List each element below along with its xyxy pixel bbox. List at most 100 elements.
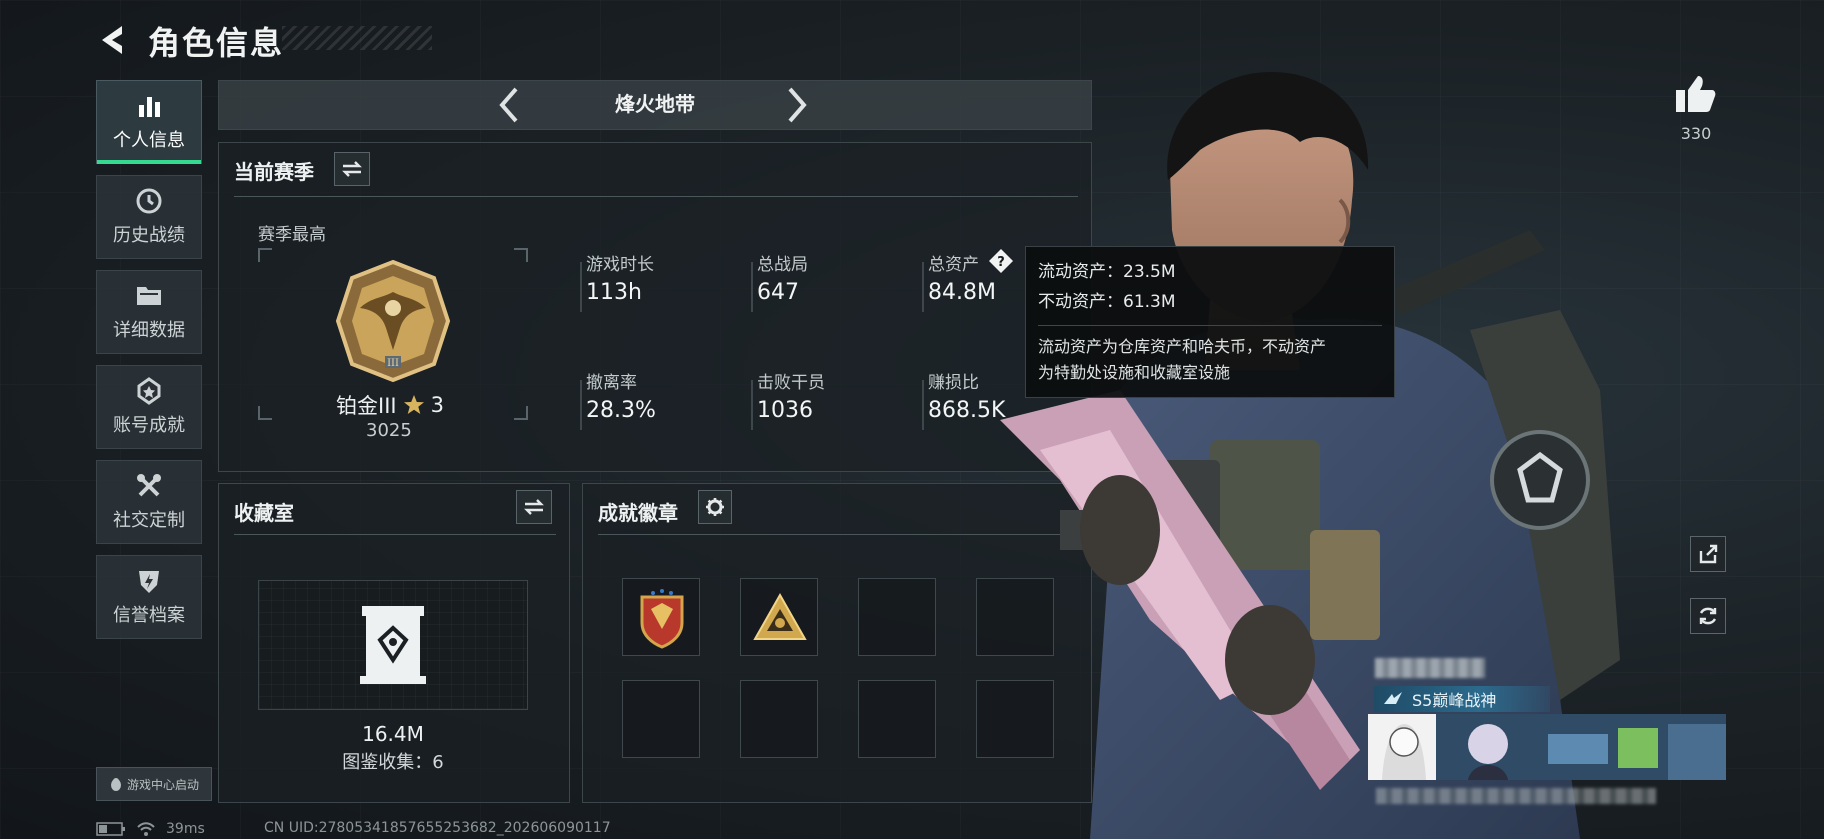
sidebar-item-label: 个人信息 [113, 130, 185, 151]
wing-icon [1384, 692, 1402, 704]
sidebar-item-credit-profile[interactable]: 信誉档案 [96, 555, 202, 639]
share-icon [1699, 544, 1718, 564]
stat-divider [751, 380, 753, 430]
achievements-title: 成就徽章 [598, 501, 678, 525]
thumbs-up-icon [1676, 76, 1716, 112]
rank-emblem-icon: III [330, 258, 456, 388]
frame-corner [514, 248, 528, 262]
tooltip-divider [1038, 325, 1382, 326]
tooltip-desc-line1: 流动资产为仓库资产和哈夫币，不动资产 [1038, 337, 1327, 356]
ping-value: 39ms [166, 821, 205, 837]
achievements-settings-button[interactable] [698, 490, 732, 524]
player-title-tag: S5巅峰战神 [1374, 686, 1550, 712]
swap-icon [342, 161, 362, 177]
like-button[interactable] [1670, 74, 1720, 116]
chevron-left-icon [499, 87, 518, 123]
player-signature-blurred [1376, 788, 1656, 804]
stat-divider [922, 380, 924, 430]
page-title: 角色信息 [148, 24, 285, 62]
sidebar-item-social-custom[interactable]: 社交定制 [96, 460, 202, 544]
season-title: 当前赛季 [234, 160, 314, 184]
player-title-text: S5巅峰战神 [1412, 691, 1497, 710]
stat-label-profit-ratio: 赚损比 [928, 373, 979, 393]
stat-label-extract-rate: 撤离率 [586, 373, 637, 393]
like-count: 330 [1680, 124, 1712, 143]
swap-icon [524, 499, 544, 515]
sidebar-item-label: 账号成就 [113, 415, 185, 436]
rank-name: 铂金III [336, 394, 397, 418]
status-bar: 39ms [96, 820, 205, 838]
sidebar-item-label: 信誉档案 [113, 605, 185, 626]
collection-catalog: 图鉴收集：6 [342, 752, 444, 773]
gold-pyramid-badge-icon [753, 592, 807, 640]
stat-label-total-assets: 总资产 [928, 255, 979, 275]
red-shield-badge-icon [640, 589, 684, 649]
sidebar-item-achievements[interactable]: 账号成就 [96, 365, 202, 449]
title-decoration [282, 26, 432, 50]
stat-label-kills: 击败干员 [757, 373, 825, 393]
collection-case-icon [358, 604, 428, 690]
season-switch-button[interactable] [334, 152, 370, 186]
badge-slot[interactable] [740, 680, 818, 758]
stat-divider [580, 262, 582, 312]
mode-name: 烽火地带 [615, 92, 695, 116]
stat-value-total-assets: 84.8M [928, 280, 996, 305]
shield-bolt-icon [134, 567, 164, 595]
penguin-icon [110, 778, 121, 791]
stat-value-total-matches: 647 [757, 280, 799, 305]
battery-icon [96, 822, 125, 836]
tooltip-fixed-assets: 不动资产：61.3M [1038, 292, 1176, 312]
tooltip-liquid-assets: 流动资产：23.5M [1038, 262, 1176, 282]
sidebar-item-personal-info[interactable]: 个人信息 [96, 80, 202, 164]
star-icon [403, 395, 424, 414]
share-button[interactable] [1690, 536, 1726, 572]
folder-icon [134, 282, 164, 310]
collection-switch-button[interactable] [516, 490, 552, 524]
divider [234, 196, 1078, 197]
badge-slot[interactable] [740, 578, 818, 656]
collection-value: 16.4M [362, 722, 424, 746]
gear-icon [706, 498, 724, 516]
badge-slot[interactable] [858, 680, 936, 758]
game-center-launch-button[interactable]: 游戏中心启动 [96, 767, 212, 801]
divider [234, 534, 556, 535]
season-best-label: 赛季最高 [258, 225, 326, 245]
refresh-button[interactable] [1690, 598, 1726, 634]
sidebar-item-detailed-data[interactable]: 详细数据 [96, 270, 202, 354]
frame-corner [258, 406, 272, 420]
rank-score: 3025 [366, 420, 412, 441]
back-arrow-icon [102, 26, 122, 54]
tools-icon [134, 472, 164, 500]
next-mode-button[interactable] [780, 83, 814, 127]
player-uid: CN UID:27805341857655253682_202606090117 [264, 820, 611, 836]
chevron-right-icon [788, 87, 807, 123]
refresh-icon [1699, 607, 1717, 625]
player-banner [1368, 714, 1726, 780]
player-name-blurred [1375, 658, 1485, 678]
tooltip-desc-line2: 为特勤处设施和收藏室设施 [1038, 363, 1231, 382]
stat-value-extract-rate: 28.3% [586, 398, 656, 423]
badge-slot[interactable] [858, 578, 936, 656]
stat-value-playtime: 113h [586, 280, 642, 305]
anime-banner-image [1368, 714, 1726, 780]
sidebar-item-history[interactable]: 历史战绩 [96, 175, 202, 259]
stat-divider [751, 262, 753, 312]
wifi-icon [137, 822, 155, 836]
badge-slot[interactable] [622, 680, 700, 758]
stat-value-kills: 1036 [757, 398, 813, 423]
stat-divider [922, 262, 924, 312]
sidebar-item-label: 历史战绩 [113, 225, 185, 246]
stat-label-total-matches: 总战局 [757, 255, 808, 275]
medal-icon [134, 377, 164, 405]
prev-mode-button[interactable] [492, 83, 526, 127]
badge-slot[interactable] [622, 578, 700, 656]
rank-row: 铂金III 3 [336, 390, 444, 420]
svg-text:III: III [387, 358, 399, 369]
collection-title: 收藏室 [234, 501, 294, 525]
rank-stars: 3 [430, 393, 444, 417]
back-button[interactable] [94, 20, 134, 60]
launch-label: 游戏中心启动 [126, 777, 199, 792]
stat-label-playtime: 游戏时长 [586, 255, 654, 275]
sidebar-item-label: 详细数据 [113, 320, 185, 341]
stat-value-profit-ratio: 868.5K [928, 398, 1006, 423]
